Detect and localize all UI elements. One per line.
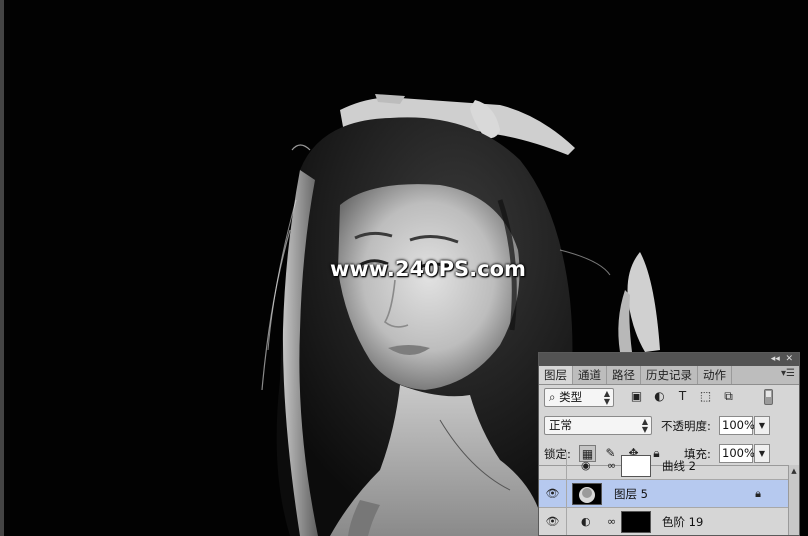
eye-icon[interactable]: 👁︎ xyxy=(539,508,567,535)
tab-actions[interactable]: 动作 xyxy=(698,366,732,384)
layers-scrollbar[interactable]: ▲ xyxy=(788,465,799,535)
layer-mask-thumbnail[interactable] xyxy=(621,455,651,477)
panel-tabs: 图层 通道 路径 历史记录 动作 ▾☰ xyxy=(539,366,799,385)
layer-name[interactable]: 曲线 2 xyxy=(662,452,696,480)
panel-menu-icon[interactable]: ▾☰ xyxy=(781,368,795,379)
panel-title-bar[interactable]: ◂◂ ✕ xyxy=(539,353,799,366)
type-filter-icon[interactable]: T xyxy=(675,389,690,404)
opacity-dropdown-icon[interactable]: ▼ xyxy=(754,416,770,435)
layers-list: ◉ ∞ 曲线 2 👁︎ 图层 5 🔒︎ 👁︎ ◐ ∞ 色阶 19 xyxy=(539,452,789,535)
watermark-text: www.240PS.com xyxy=(330,257,526,281)
search-icon: ⌕ xyxy=(549,390,556,404)
layer-mask-thumbnail[interactable] xyxy=(621,511,651,533)
visibility-toggle-empty[interactable] xyxy=(539,452,567,479)
tab-layers[interactable]: 图层 xyxy=(539,366,573,384)
adjustment-filter-icon[interactable]: ◐ xyxy=(652,389,667,404)
blend-opacity-row: 正常 ▲ ▼ 不透明度: 100% ▼ xyxy=(539,414,799,438)
collapse-icon[interactable]: ◂◂ ✕ xyxy=(771,353,793,366)
tab-history[interactable]: 历史记录 xyxy=(641,366,698,384)
tab-paths[interactable]: 路径 xyxy=(607,366,641,384)
link-icon[interactable]: ∞ xyxy=(607,508,616,535)
layer-thumbnail[interactable] xyxy=(572,483,602,505)
pixel-filter-icon[interactable]: ▣ xyxy=(629,389,644,404)
filter-toggle-switch[interactable] xyxy=(764,389,773,405)
tab-channels[interactable]: 通道 xyxy=(573,366,607,384)
eye-icon: ◉ xyxy=(581,459,591,472)
lock-icon: 🔒︎ xyxy=(755,487,761,500)
portrait-thumbnail-image xyxy=(579,487,595,503)
blend-mode-select[interactable]: 正常 ▲ ▼ xyxy=(544,416,652,435)
opacity-label: 不透明度: xyxy=(661,419,711,433)
layer-name[interactable]: 图层 5 xyxy=(614,480,648,508)
shape-filter-icon[interactable]: ⬚ xyxy=(698,389,713,404)
layer-row-curves-2[interactable]: ◉ ∞ 曲线 2 xyxy=(539,452,789,480)
eye-icon[interactable]: 👁︎ xyxy=(539,480,567,507)
layer-row-levels-19[interactable]: 👁︎ ◐ ∞ 色阶 19 xyxy=(539,508,789,535)
levels-adjustment-icon: ◐ xyxy=(581,515,591,528)
link-icon[interactable]: ∞ xyxy=(607,452,616,480)
blend-mode-value: 正常 xyxy=(549,418,572,432)
layer-name[interactable]: 色阶 19 xyxy=(662,508,703,535)
layers-panel[interactable]: ◂◂ ✕ 图层 通道 路径 历史记录 动作 ▾☰ ⌕ 类型 ▲ ▼ ▣ ◐ T ⬚… xyxy=(538,352,800,536)
filter-kind-label: 类型 xyxy=(559,390,583,404)
updown-arrows-icon: ▲ ▼ xyxy=(603,388,610,406)
filter-kind-select[interactable]: ⌕ 类型 ▲ ▼ xyxy=(544,388,614,407)
layer-row-layer-5[interactable]: 👁︎ 图层 5 🔒︎ xyxy=(539,480,789,508)
smart-object-filter-icon[interactable]: ⧉ xyxy=(721,389,736,404)
updown-arrows-icon: ▲ ▼ xyxy=(641,416,648,434)
opacity-input[interactable]: 100% xyxy=(719,416,755,435)
scroll-up-arrow-icon[interactable]: ▲ xyxy=(789,465,799,477)
layer-filter-row: ⌕ 类型 ▲ ▼ ▣ ◐ T ⬚ ⧉ xyxy=(539,386,799,410)
